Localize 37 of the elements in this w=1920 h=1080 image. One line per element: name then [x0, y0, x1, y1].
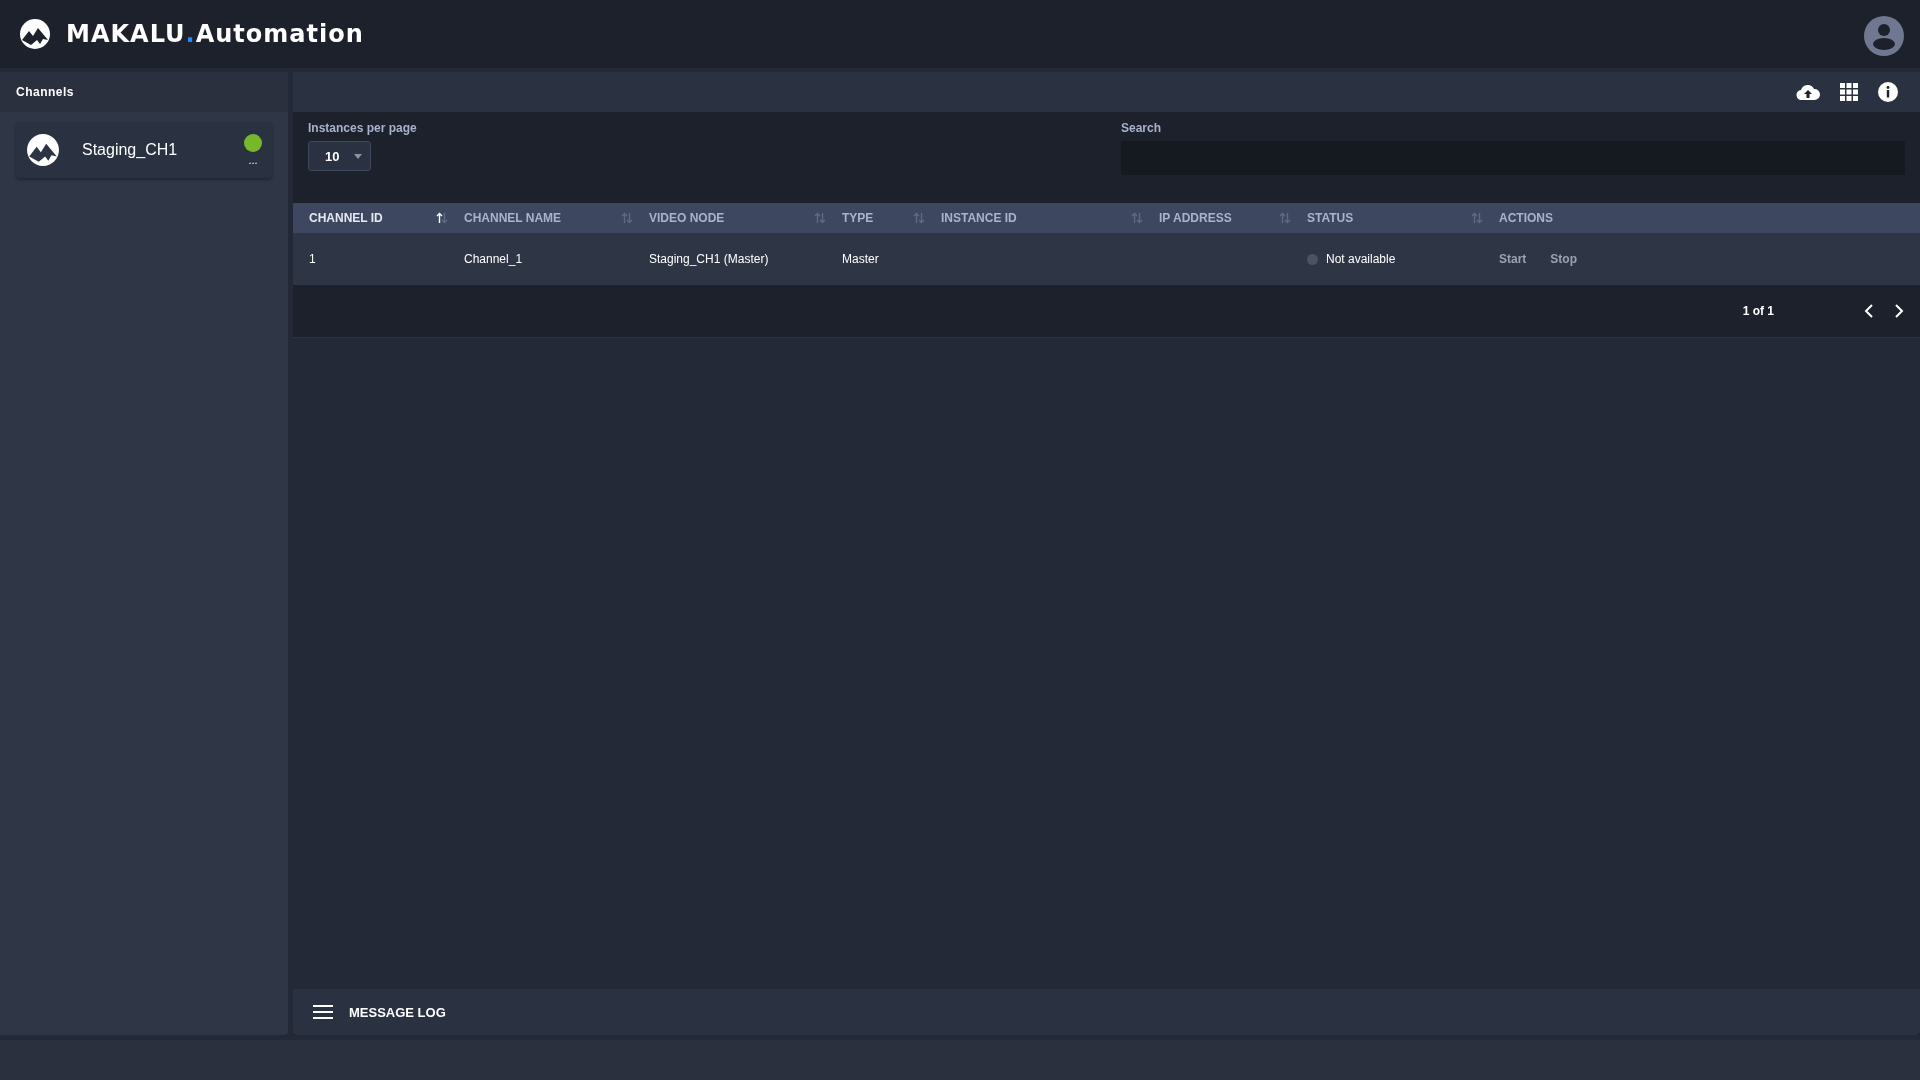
column-header[interactable]: INSTANCE ID — [941, 211, 1017, 225]
column-header[interactable]: CHANNEL ID — [309, 211, 383, 225]
table-cell: 1 — [309, 252, 316, 266]
table-cell: Staging_CH1 (Master) — [649, 252, 769, 266]
chevron-left-icon[interactable] — [1864, 303, 1874, 319]
message-log-bar[interactable]: MESSAGE LOG — [293, 989, 1920, 1035]
per-page-dropdown[interactable]: 10 — [308, 141, 371, 171]
table-cell: Channel_1 — [464, 252, 523, 266]
action-link[interactable]: Stop — [1550, 252, 1577, 266]
chevron-right-icon[interactable] — [1894, 303, 1904, 319]
info-icon[interactable] — [1878, 82, 1898, 102]
column-header[interactable]: IP ADDRESS — [1159, 211, 1232, 225]
user-avatar-icon[interactable] — [1864, 16, 1904, 56]
mountain-logo-icon — [19, 18, 51, 50]
sort-icon[interactable] — [436, 212, 448, 224]
grid-icon[interactable] — [1840, 83, 1858, 101]
message-log-label: MESSAGE LOG — [349, 1004, 446, 1020]
column-header[interactable]: CHANNEL NAME — [464, 211, 562, 225]
app-title: MAKALU.Automation — [66, 20, 364, 48]
table-cell: Master — [842, 252, 879, 266]
column-header: ACTIONS — [1499, 211, 1553, 225]
mountain-logo-icon — [26, 133, 60, 167]
column-header[interactable]: STATUS — [1307, 211, 1354, 225]
status-text: Not available — [1326, 252, 1396, 266]
column-header[interactable]: TYPE — [842, 211, 874, 225]
column-header[interactable]: VIDEO NODE — [649, 211, 725, 225]
menu-icon[interactable] — [313, 1005, 333, 1019]
more-menu[interactable]: ... — [248, 154, 258, 166]
action-link[interactable]: Start — [1499, 252, 1527, 266]
channel-name: Staging_CH1 — [82, 141, 179, 159]
page-indicator: 1 of 1 — [1742, 304, 1774, 318]
channel-card[interactable]: Staging_CH1 ... — [16, 122, 272, 178]
per-page-label: Instances per page — [308, 121, 417, 135]
caret-icon — [354, 153, 362, 159]
cloud-upload-icon[interactable] — [1796, 84, 1820, 100]
sidebar-title: Channels — [16, 85, 74, 99]
search-label: Search — [1121, 121, 1163, 135]
